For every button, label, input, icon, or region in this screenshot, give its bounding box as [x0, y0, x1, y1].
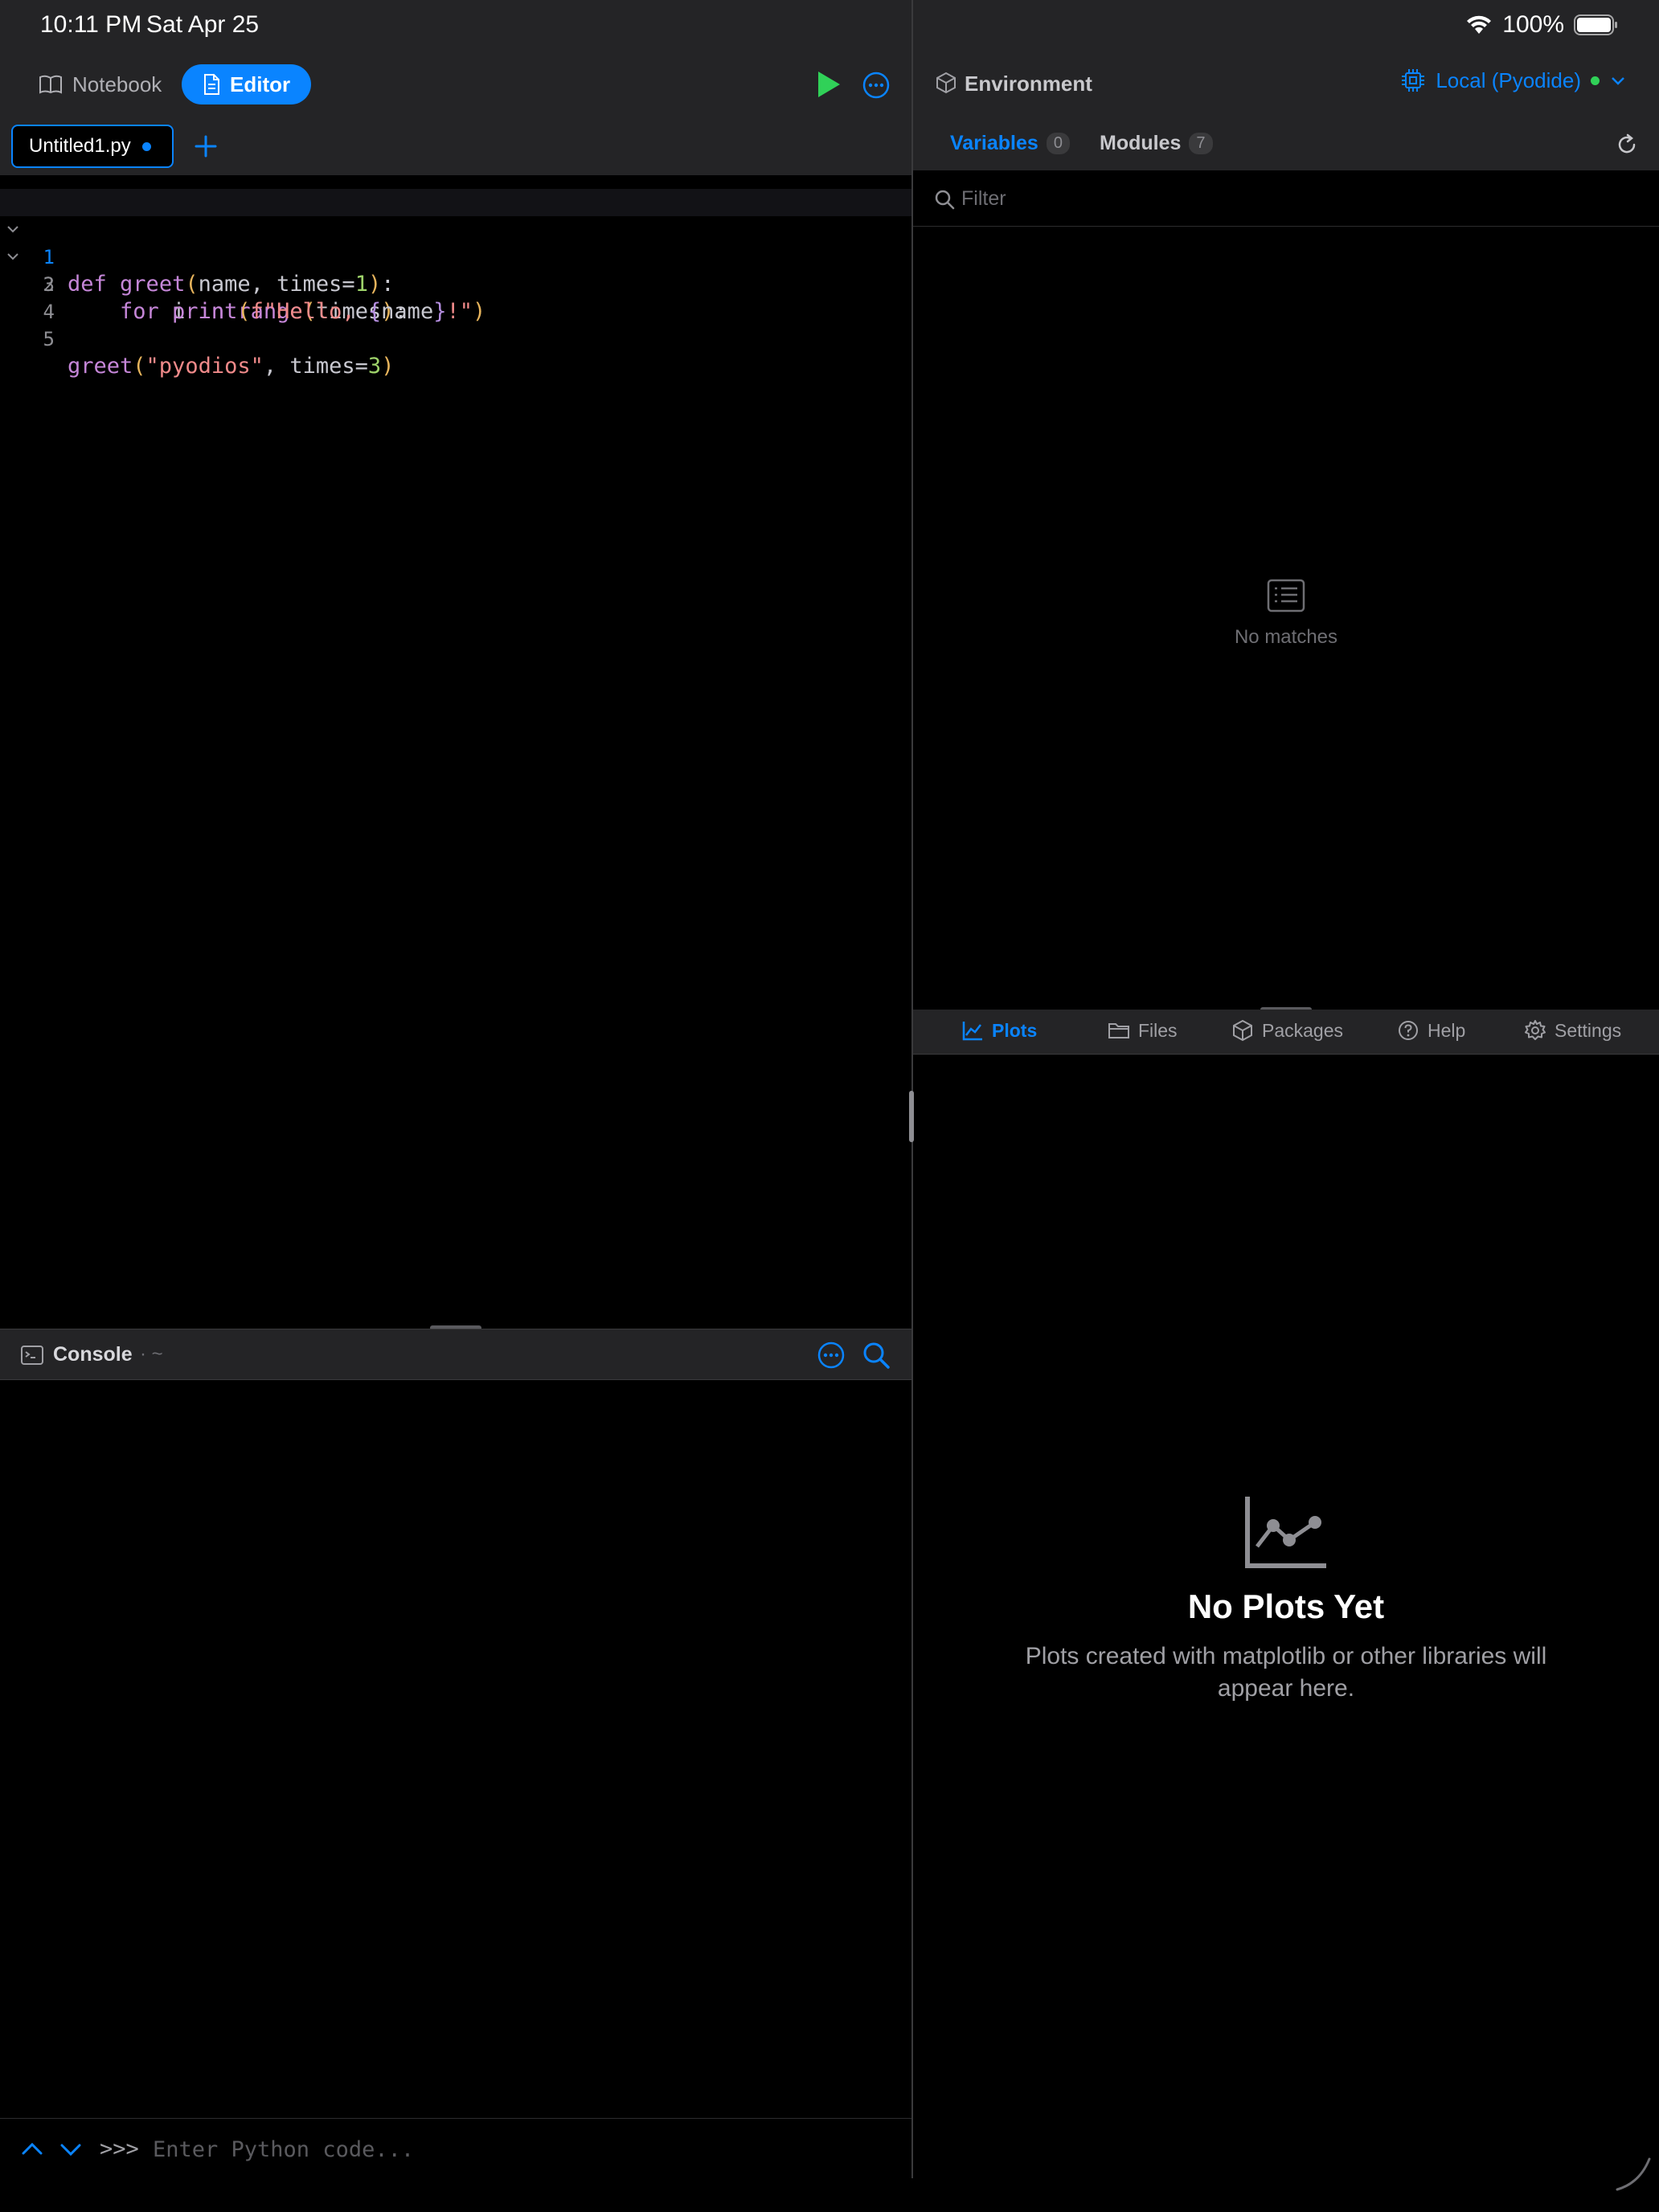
no-plots-title: No Plots Yet [1187, 1587, 1385, 1625]
unsaved-dot [141, 141, 151, 151]
tab-variables[interactable]: Variables 0 [950, 132, 1070, 155]
file-tab[interactable]: Untitled1.py [11, 125, 174, 168]
status-date: Sat Apr 25 [146, 11, 260, 38]
pane-divider [911, 0, 913, 2178]
code-line[interactable]: 5 greet("pyodios", times=3) [0, 298, 911, 379]
variables-empty-state: No matches [913, 579, 1659, 649]
editor-label: Editor [230, 72, 291, 96]
editor-toolbar: Notebook Editor [0, 50, 911, 117]
plots-empty-state: No Plots Yet Plots created with matplotl… [913, 1493, 1659, 1705]
console-title: Console [53, 1343, 133, 1366]
tab-help-label: Help [1428, 1019, 1466, 1041]
chip-icon [1402, 69, 1425, 92]
tab-modules-label: Modules [1100, 132, 1182, 154]
run-button[interactable] [815, 69, 842, 100]
battery-icon [1574, 14, 1617, 35]
no-matches-text: No matches [1234, 626, 1338, 648]
tab-files[interactable]: Files [1108, 1019, 1178, 1042]
folder-icon [1108, 1023, 1129, 1038]
split-resize-handle[interactable] [909, 1091, 914, 1142]
status-indicators: 100% [1465, 11, 1619, 39]
runtime-selector[interactable]: Local (Pyodide) [1400, 68, 1627, 93]
file-tab-strip: Untitled1.py [0, 117, 911, 175]
environment-tabs: Variables 0 Modules 7 [913, 117, 1659, 170]
play-icon [818, 72, 840, 97]
tab-settings[interactable]: Settings [1524, 1019, 1621, 1042]
console-more-button[interactable] [817, 1341, 846, 1370]
notebook-label: Notebook [72, 72, 162, 96]
file-tab-label: Untitled1.py [29, 135, 131, 157]
battery-percent: 100% [1502, 11, 1564, 38]
console-input-bar: >>> [0, 2118, 911, 2179]
console-search-button[interactable] [862, 1341, 891, 1370]
code-text: greet("pyodios", times=3) [68, 354, 395, 379]
tab-help[interactable]: Help [1397, 1019, 1465, 1042]
code-line[interactable]: 2 for i in range(times): [0, 216, 911, 324]
search-icon [935, 190, 955, 210]
runtime-label: Local (Pyodide) [1436, 68, 1581, 92]
list-icon [1267, 579, 1305, 612]
help-icon [1399, 1021, 1418, 1040]
code-line[interactable]: 3 print(f"Hello, {name}!") [0, 244, 911, 324]
chart-icon [1245, 1497, 1326, 1568]
console-input[interactable] [153, 2130, 876, 2169]
modules-count-badge: 7 [1189, 133, 1213, 154]
bottom-panel-tabs: Plots Files Packages Help Settings [913, 1010, 1659, 1055]
refresh-button[interactable] [1614, 132, 1640, 158]
runtime-status-dot [1591, 76, 1600, 85]
console-output[interactable] [0, 1380, 911, 2118]
console-header: Console · ~ [0, 1329, 911, 1380]
tab-settings-label: Settings [1555, 1019, 1622, 1041]
book-icon [39, 75, 62, 94]
editor-more-button[interactable] [862, 71, 891, 100]
tab-plots[interactable]: Plots [961, 1019, 1037, 1042]
wifi-icon [1467, 15, 1492, 34]
environment-header: Environment Local (Pyodide) [913, 50, 1659, 117]
code-line[interactable]: 1 def greet(name, times=1): [0, 189, 911, 297]
new-tab-button[interactable] [191, 132, 220, 161]
no-plots-description: Plots created with matplotlib or other l… [1025, 1643, 1547, 1702]
code-line[interactable]: 4 [0, 271, 911, 323]
notebook-mode-button[interactable]: Notebook [18, 64, 182, 104]
resize-grip-icon [1616, 2157, 1651, 2191]
cube-icon [936, 72, 956, 94]
tab-plots-label: Plots [992, 1019, 1038, 1041]
document-icon [204, 74, 219, 95]
chevron-down-icon [1612, 77, 1624, 85]
filter-bar [913, 170, 1659, 227]
tab-packages[interactable]: Packages [1231, 1019, 1343, 1042]
package-icon [1233, 1019, 1252, 1042]
tab-variables-label: Variables [950, 132, 1038, 154]
console-path: · ~ [140, 1343, 163, 1365]
tab-files-label: Files [1138, 1019, 1178, 1041]
line-number: 5 [43, 328, 55, 350]
code-editor[interactable]: 1 def greet(name, times=1): 2 for i in r… [0, 175, 911, 1327]
environment-title: Environment [965, 72, 1092, 96]
line-chart-icon [962, 1022, 982, 1041]
tab-packages-label: Packages [1262, 1019, 1344, 1041]
history-up-button[interactable] [19, 2136, 45, 2162]
status-time: 10:11 PM [40, 11, 142, 38]
variables-count-badge: 0 [1046, 133, 1070, 154]
status-bar: 10:11 PM Sat Apr 25 100% [0, 0, 1659, 50]
terminal-icon [21, 1346, 43, 1365]
editor-mode-button[interactable]: Editor [182, 64, 312, 104]
console-prompt: >>> [100, 2136, 139, 2161]
history-down-button[interactable] [58, 2136, 84, 2162]
filter-input[interactable] [961, 180, 1620, 217]
tab-modules[interactable]: Modules 7 [1100, 132, 1213, 155]
gear-icon [1525, 1020, 1546, 1040]
